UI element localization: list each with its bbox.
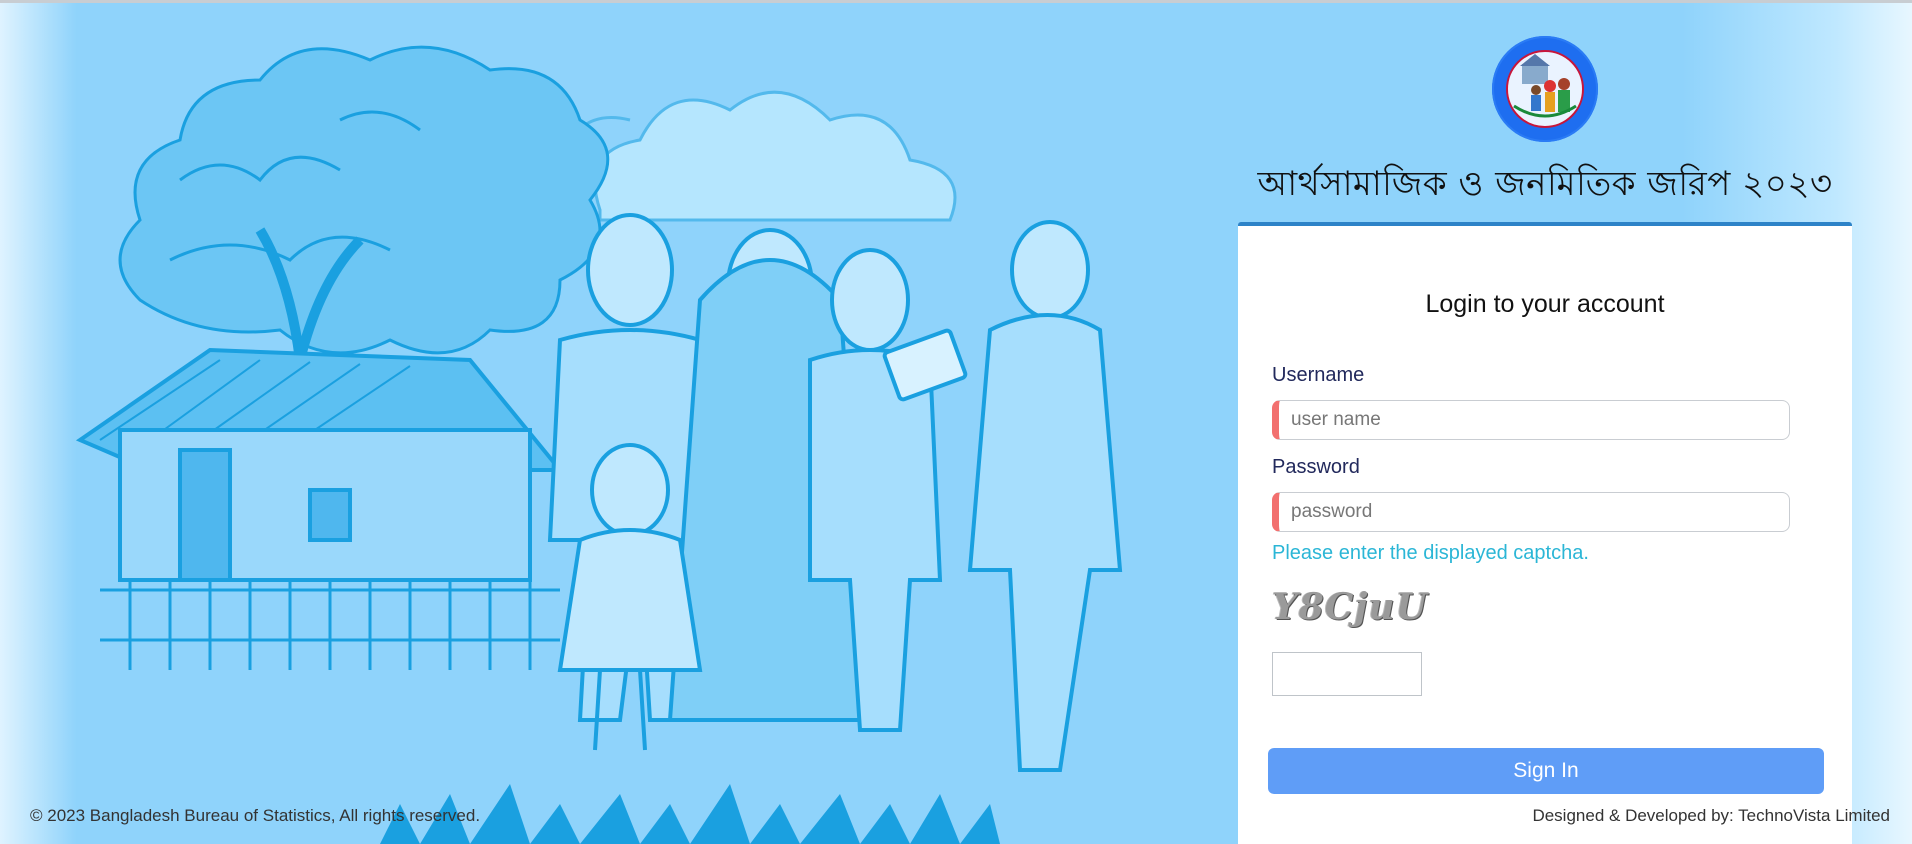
captcha-image: Y8CjuU: [1272, 586, 1428, 628]
captcha-field-wrapper: [1272, 652, 1422, 696]
username-input[interactable]: [1279, 401, 1789, 439]
developer-credit: Designed & Developed by: TechnoVista Lim…: [1532, 806, 1890, 825]
login-heading: Login to your account: [1425, 290, 1665, 318]
logo-emblem-icon: [1506, 50, 1584, 128]
copyright-text: © 2023 Bangladesh Bureau of Statistics, …: [30, 806, 481, 825]
password-field-wrapper: [1272, 492, 1790, 532]
sign-in-button[interactable]: Sign In: [1268, 748, 1824, 794]
village-family-illustration: [75, 45, 1123, 844]
survey-header: আর্থসামাজিক ও জনমিতিক জরিপ ২০২৩: [1240, 36, 1850, 215]
login-page: আর্থসামাজিক ও জনমিতিক জরিপ ২০২৩ Login to…: [0, 0, 1912, 844]
bbs-survey-logo-icon: [1492, 36, 1598, 142]
login-form: Login to your account Username Password …: [1238, 222, 1852, 844]
password-input[interactable]: [1279, 493, 1789, 531]
password-label: Password: [1272, 456, 1360, 478]
username-field-wrapper: [1272, 400, 1790, 440]
captcha-hint: Please enter the displayed captcha.: [1272, 542, 1589, 564]
survey-title: আর্থসামাজিক ও জনমিতিক জরিপ ২০২৩: [1257, 164, 1833, 204]
username-label: Username: [1272, 364, 1365, 386]
captcha-input[interactable]: [1273, 653, 1421, 695]
